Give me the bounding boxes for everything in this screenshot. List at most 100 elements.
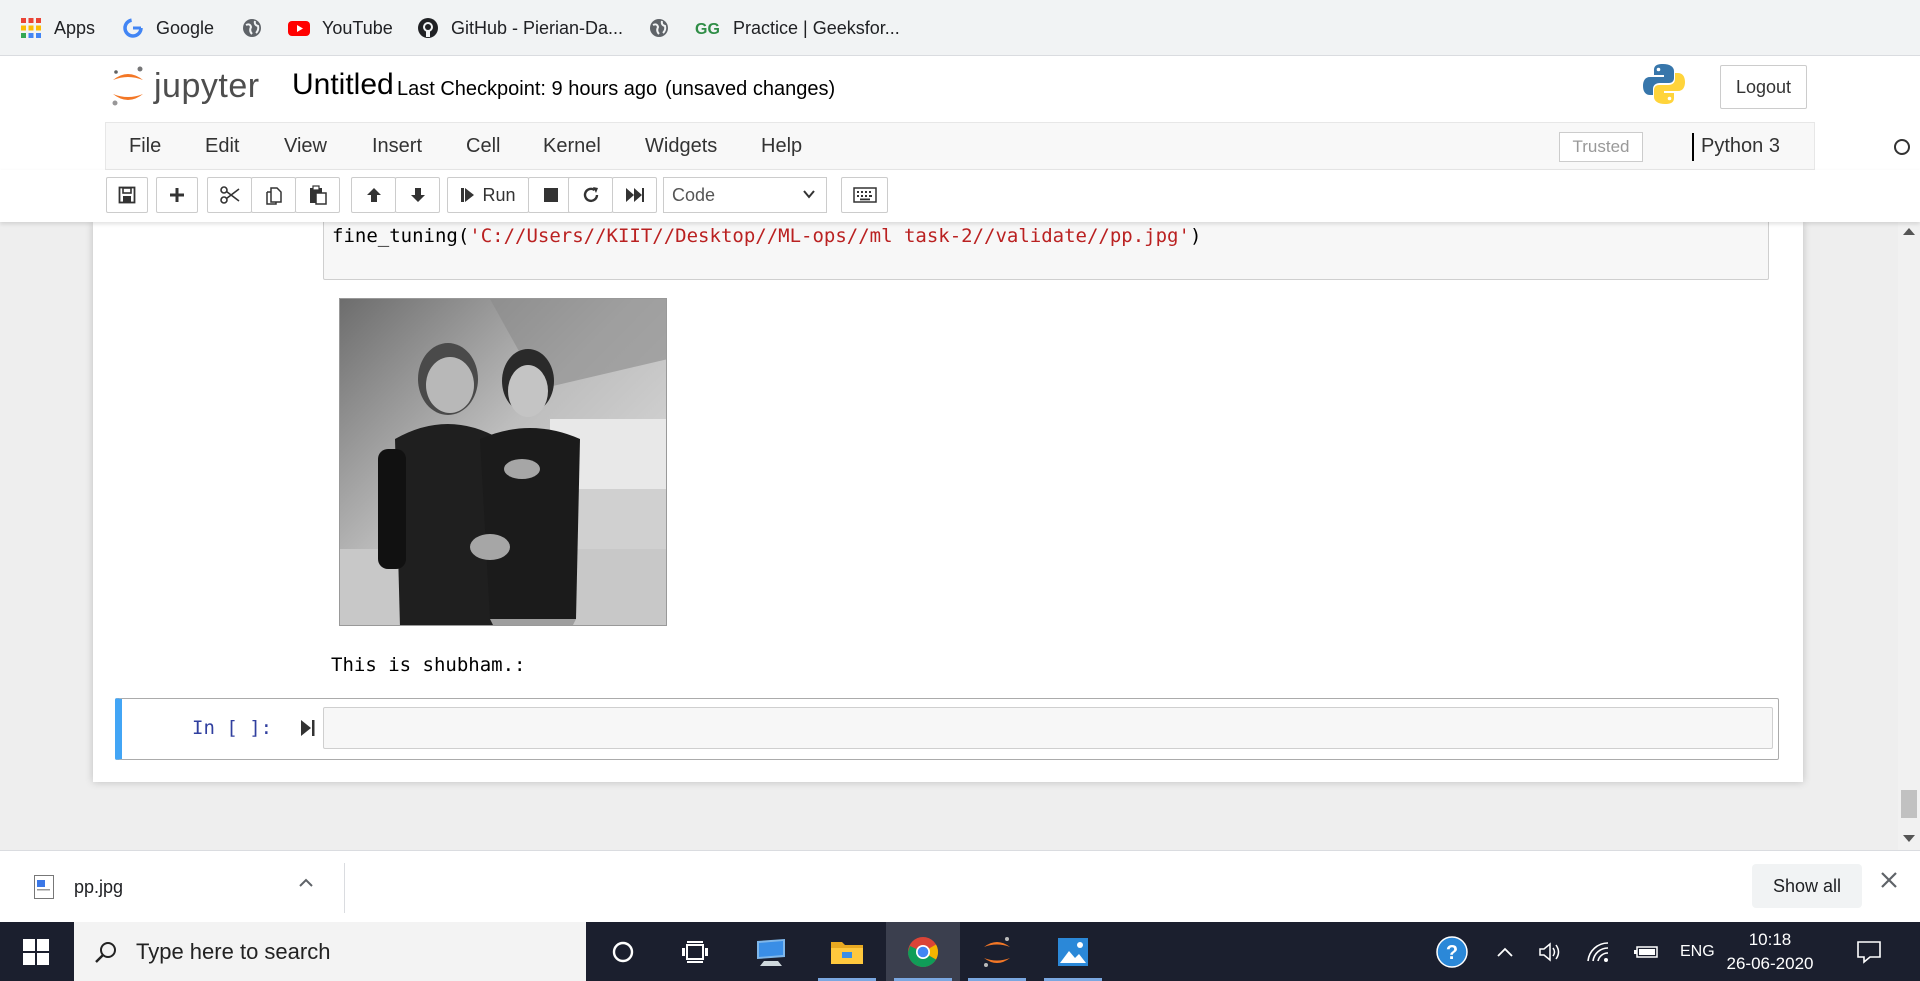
download-filename: pp.jpg <box>74 876 124 897</box>
notebook-area[interactable]: fine_tuning('C://Users//KIIT//Desktop//M… <box>0 222 1920 850</box>
restart-run-all-button[interactable] <box>612 177 657 213</box>
cortana-icon <box>612 941 634 962</box>
code-string: 'C://Users//KIIT//Desktop//ML-ops//ml ta… <box>469 225 1190 247</box>
download-divider <box>344 863 345 913</box>
bookmark-label: Apps <box>54 17 96 38</box>
taskbar-app-photos[interactable] <box>1036 922 1110 981</box>
screen: Apps Google YouTube GitHub - Pierian-Da.… <box>0 0 1920 981</box>
taskbar-clock[interactable]: 10:18 26-06-2020 <box>1722 928 1818 976</box>
bookmark-label: GitHub - Pierian-Da... <box>451 17 624 38</box>
scroll-up-icon[interactable] <box>1903 228 1915 235</box>
logout-button[interactable]: Logout <box>1720 65 1807 109</box>
step-forward-icon <box>461 188 475 202</box>
jupyter-wordmark: jupyter <box>154 66 260 105</box>
code-close: ) <box>1189 225 1202 247</box>
scroll-down-icon[interactable] <box>1903 835 1915 842</box>
scrollbar-thumb[interactable] <box>1901 790 1917 818</box>
clock-date: 26-06-2020 <box>1726 954 1814 973</box>
taskbar-app-file-explorer[interactable] <box>810 922 884 981</box>
code-line: fine_tuning('C://Users//KIIT//Desktop//M… <box>332 225 1201 247</box>
help-tray-icon[interactable]: ? <box>1436 922 1468 981</box>
interrupt-button[interactable] <box>528 177 573 213</box>
action-center-button[interactable] <box>1856 922 1882 981</box>
menu-file[interactable]: File <box>129 135 161 158</box>
search-placeholder: Type here to search <box>136 938 331 964</box>
taskbar-app-pc[interactable] <box>734 922 808 981</box>
apps-grid-icon <box>20 17 42 39</box>
bookmark-apps[interactable]: Apps <box>20 14 95 42</box>
cell-type-select[interactable]: Code <box>663 177 827 213</box>
download-item[interactable]: pp.jpg <box>24 861 346 913</box>
run-button[interactable]: Run <box>447 177 529 213</box>
wifi-tray-icon[interactable] <box>1586 922 1612 981</box>
restart-kernel-button[interactable] <box>568 177 613 213</box>
show-all-button[interactable]: Show all <box>1752 864 1862 908</box>
image-file-icon <box>34 875 54 899</box>
close-icon[interactable] <box>1880 871 1898 889</box>
this-pc-icon <box>757 938 785 966</box>
cortana-button[interactable] <box>586 922 660 981</box>
run-cell-icon[interactable] <box>300 717 316 739</box>
active-code-cell[interactable]: In [ ]: <box>115 698 1779 760</box>
trusted-badge[interactable]: Trusted <box>1559 132 1643 162</box>
google-icon <box>122 17 144 39</box>
battery-tray-icon[interactable] <box>1634 922 1660 981</box>
jupyter-logo[interactable]: jupyter <box>110 64 260 108</box>
github-icon <box>417 17 439 39</box>
save-button[interactable] <box>106 177 148 213</box>
menu-widgets[interactable]: Widgets <box>645 135 717 158</box>
bookmark-globe-2[interactable] <box>648 14 682 42</box>
output-image <box>339 298 667 626</box>
menu-kernel[interactable]: Kernel <box>543 135 601 158</box>
paste-icon <box>309 185 327 205</box>
menu-edit[interactable]: Edit <box>205 135 239 158</box>
menu-help[interactable]: Help <box>761 135 802 158</box>
task-view-button[interactable] <box>658 922 732 981</box>
python-logo-icon <box>1643 64 1685 104</box>
notebook-title[interactable]: Untitled <box>292 68 394 102</box>
taskbar-app-jupyter[interactable] <box>960 922 1034 981</box>
kernel-name: Python 3 <box>1701 135 1780 157</box>
volume-tray-icon[interactable] <box>1538 922 1562 981</box>
windows-taskbar: Type here to search ? ENG 10:18 26-06-20… <box>0 922 1920 981</box>
menubar: File Edit View Insert Cell Kernel Widget… <box>105 122 1910 170</box>
previous-cell-input[interactable]: fine_tuning('C://Users//KIIT//Desktop//M… <box>323 222 1769 280</box>
start-button[interactable] <box>0 922 72 981</box>
menu-view[interactable]: View <box>284 135 327 158</box>
cut-button[interactable] <box>207 177 252 213</box>
globe-icon <box>648 17 670 39</box>
insert-cell-button[interactable] <box>156 177 198 213</box>
menu-insert[interactable]: Insert <box>372 135 422 158</box>
restart-icon <box>583 187 598 203</box>
unsaved-indicator: (unsaved changes) <box>665 78 836 100</box>
code-input[interactable] <box>323 707 1773 749</box>
language-indicator[interactable]: ENG <box>1680 922 1715 981</box>
page-scrollbar[interactable] <box>1898 222 1920 850</box>
command-palette-button[interactable] <box>841 177 888 213</box>
scissors-icon <box>219 186 239 204</box>
show-hidden-icons[interactable] <box>1496 922 1514 981</box>
bookmark-globe-1[interactable] <box>241 14 275 42</box>
move-down-button[interactable] <box>395 177 440 213</box>
menu-cell[interactable]: Cell <box>466 135 500 158</box>
windows-logo-icon <box>23 938 49 965</box>
chevron-up-icon[interactable] <box>298 875 314 891</box>
paste-button[interactable] <box>295 177 340 213</box>
copy-button[interactable] <box>251 177 296 213</box>
bookmark-geeksforgeeks[interactable]: GG Practice | Geeksfor... <box>695 14 900 42</box>
keyboard-icon <box>852 187 877 203</box>
move-up-button[interactable] <box>351 177 396 213</box>
search-icon <box>95 941 116 963</box>
bookmark-label: Google <box>156 17 215 38</box>
notification-icon <box>1857 940 1881 964</box>
code-func: fine_tuning( <box>332 225 470 247</box>
bookmark-google[interactable]: Google <box>122 14 214 42</box>
stop-icon <box>543 188 558 202</box>
taskbar-search[interactable]: Type here to search <box>74 922 586 981</box>
bookmark-youtube[interactable]: YouTube <box>288 14 393 42</box>
copy-icon <box>265 187 282 205</box>
taskbar-app-chrome[interactable] <box>886 922 960 981</box>
chrome-icon <box>908 936 938 967</box>
output-text: This is shubham.: <box>331 654 526 676</box>
bookmark-github[interactable]: GitHub - Pierian-Da... <box>417 14 623 42</box>
